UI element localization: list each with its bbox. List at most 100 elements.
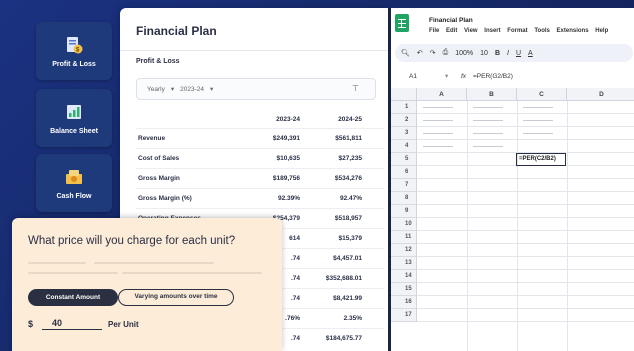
gridline bbox=[517, 101, 518, 351]
row-label: Gross Margin (%) bbox=[138, 195, 192, 202]
price-amount-input[interactable] bbox=[42, 316, 102, 330]
column-b-header[interactable]: B bbox=[467, 88, 517, 101]
underline-button[interactable]: U bbox=[516, 50, 521, 57]
row-number[interactable]: 16 bbox=[391, 296, 417, 309]
row-number[interactable]: 4 bbox=[391, 140, 417, 153]
cell-2024-25: $15,379 bbox=[338, 235, 363, 242]
nav-tile-cash-flow[interactable]: Cash Flow bbox=[36, 154, 112, 212]
cell-2023-24: $189,756 bbox=[272, 175, 300, 182]
cell-placeholder bbox=[473, 120, 503, 121]
text-color-button[interactable]: A bbox=[528, 50, 533, 57]
gridline bbox=[417, 308, 634, 309]
menu-format[interactable]: Format bbox=[507, 28, 527, 34]
italic-button[interactable]: I bbox=[507, 50, 509, 57]
cell-placeholder bbox=[423, 146, 453, 147]
cell-2024-25: $534,276 bbox=[334, 175, 362, 182]
zoom-select[interactable]: 100% bbox=[455, 50, 473, 57]
gridline bbox=[417, 243, 634, 244]
print-icon[interactable]: ⎙ bbox=[443, 49, 449, 57]
bold-button[interactable]: B bbox=[495, 50, 500, 57]
row-number[interactable]: 11 bbox=[391, 231, 417, 244]
spreadsheet-window: Financial Plan File Edit View Insert For… bbox=[388, 8, 634, 351]
year-select[interactable]: 2023-24 bbox=[180, 86, 204, 93]
period-select[interactable]: Yearly bbox=[147, 86, 165, 93]
corner-cell[interactable] bbox=[391, 88, 417, 101]
font-size-input[interactable]: 10 bbox=[480, 50, 488, 57]
sheet-title[interactable]: Financial Plan bbox=[429, 17, 473, 24]
varying-amounts-button[interactable]: Varying amounts over time bbox=[118, 289, 234, 306]
row-number[interactable]: 6 bbox=[391, 166, 417, 179]
gridline bbox=[417, 178, 634, 179]
gridline bbox=[417, 256, 634, 257]
placeholder-line bbox=[94, 262, 214, 264]
cell-2024-25: $8,421.99 bbox=[333, 295, 362, 302]
chevron-down-icon[interactable]: ▾ bbox=[445, 72, 448, 80]
constant-amount-button[interactable]: Constant Amount bbox=[28, 289, 118, 306]
currency-symbol: $ bbox=[28, 319, 34, 329]
row-label: Gross Margin bbox=[138, 175, 180, 182]
row-label: Cost of Sales bbox=[138, 155, 180, 162]
gridline bbox=[417, 282, 634, 283]
menu-view[interactable]: View bbox=[464, 28, 478, 34]
cell-reference[interactable]: A1 bbox=[409, 73, 417, 80]
menu-edit[interactable]: Edit bbox=[446, 28, 457, 34]
gridline bbox=[417, 217, 634, 218]
cell-2023-24: $249,391 bbox=[272, 135, 300, 142]
table-row: Gross Margin (%) 92.39% 92.47% bbox=[136, 188, 384, 208]
cell-2023-24: 92.39% bbox=[277, 195, 300, 202]
menu-insert[interactable]: Insert bbox=[484, 28, 500, 34]
row-number[interactable]: 15 bbox=[391, 283, 417, 296]
row-label: Revenue bbox=[138, 135, 166, 142]
row-number[interactable]: 10 bbox=[391, 218, 417, 231]
gridline bbox=[417, 113, 634, 114]
gridline bbox=[567, 101, 568, 351]
row-number[interactable]: 13 bbox=[391, 257, 417, 270]
filter-icon[interactable]: ⊤ bbox=[352, 84, 359, 93]
menu-help[interactable]: Help bbox=[595, 28, 608, 34]
cell-placeholder bbox=[523, 120, 553, 121]
active-cell[interactable]: =PER(C2/B2) bbox=[516, 153, 566, 166]
column-a-header[interactable]: A bbox=[417, 88, 467, 101]
redo-icon[interactable]: ↷ bbox=[430, 49, 436, 57]
row-number[interactable]: 12 bbox=[391, 244, 417, 257]
cell-2024-25: $4,457.01 bbox=[333, 255, 362, 262]
cell-2024-25: 92.47% bbox=[339, 195, 362, 202]
row-number[interactable]: 3 bbox=[391, 127, 417, 140]
nav-label-profit-loss: Profit & Loss bbox=[52, 60, 96, 68]
row-number[interactable]: 2 bbox=[391, 114, 417, 127]
undo-icon[interactable]: ↶ bbox=[417, 49, 423, 57]
menu-tools[interactable]: Tools bbox=[534, 28, 550, 34]
cell-2024-25: $352,688.01 bbox=[325, 275, 362, 282]
search-icon[interactable]: 🔍︎ bbox=[401, 49, 410, 57]
row-number[interactable]: 7 bbox=[391, 179, 417, 192]
column-c-header[interactable]: C bbox=[517, 88, 567, 101]
menu-bar: File Edit View Insert Format Tools Exten… bbox=[429, 28, 613, 34]
balance-sheet-icon bbox=[64, 102, 84, 122]
nav-tile-profit-loss[interactable]: $ Profit & Loss bbox=[36, 22, 112, 80]
column-header-2024-25: 2024-25 bbox=[338, 116, 362, 123]
gridline bbox=[417, 126, 634, 127]
cell-placeholder bbox=[523, 133, 553, 134]
chevron-down-icon: ▾ bbox=[170, 86, 175, 93]
toolbar: 🔍︎ ↶ ↷ ⎙ 100% 10 B I U A bbox=[395, 44, 633, 62]
gridline bbox=[417, 191, 634, 192]
row-number[interactable]: 9 bbox=[391, 205, 417, 218]
cell-placeholder bbox=[473, 133, 503, 134]
column-d-header[interactable]: D bbox=[567, 88, 634, 101]
nav-label-balance-sheet: Balance Sheet bbox=[50, 127, 98, 135]
row-number[interactable]: 5 bbox=[391, 153, 417, 166]
cash-flow-icon bbox=[64, 167, 84, 187]
menu-file[interactable]: File bbox=[429, 28, 439, 34]
price-question: What price will you charge for each unit… bbox=[28, 235, 236, 247]
period-filter[interactable]: Yearly ▾ 2023-24 ▾ ⊤ bbox=[136, 78, 376, 100]
row-number[interactable]: 1 bbox=[391, 101, 417, 114]
row-number[interactable]: 8 bbox=[391, 192, 417, 205]
formula-input[interactable]: =PER(G2/B2) bbox=[473, 73, 513, 80]
row-number[interactable]: 17 bbox=[391, 309, 417, 322]
gridline bbox=[417, 321, 634, 322]
gridline bbox=[417, 139, 634, 140]
gridline bbox=[417, 204, 634, 205]
menu-extensions[interactable]: Extensions bbox=[557, 28, 589, 34]
row-number[interactable]: 14 bbox=[391, 270, 417, 283]
nav-tile-balance-sheet[interactable]: Balance Sheet bbox=[36, 89, 112, 147]
